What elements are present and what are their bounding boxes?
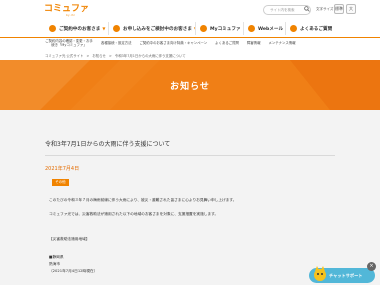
nav-my-commufa[interactable]: Myコミュファ xyxy=(196,22,244,35)
subnav-outage[interactable]: 障害情報 xyxy=(247,39,261,51)
user-icon xyxy=(49,25,56,32)
search-icon[interactable] xyxy=(304,6,310,12)
area-heading: 【災害救助法適用地域】 xyxy=(49,237,90,241)
city: 熱海市 xyxy=(49,262,61,266)
breadcrumb-current: 令和3年7月1日からの大雨に伴う支援について xyxy=(114,54,186,58)
page-banner: お知らせ xyxy=(0,60,380,110)
chevron-down-icon: ▼ xyxy=(102,26,106,31)
nav-current-customers[interactable]: ご契約中のお客さま ▼ xyxy=(45,22,109,35)
body-paragraph: このたびの令和３年７月の梅雨前線に伴う大雨により、被災・避難された皆さまに心より… xyxy=(49,198,237,202)
nav-label: よくあるご質問 xyxy=(300,26,333,32)
nav-prospective-customers[interactable]: お申し込みをご検討中のお客さま ▼ xyxy=(109,22,196,35)
question-icon xyxy=(290,25,297,32)
font-size-label: 文字サイズ xyxy=(316,7,334,11)
nav-divider xyxy=(0,37,380,38)
breadcrumb-news[interactable]: お知らせ xyxy=(92,54,106,58)
breadcrumb-separator: > xyxy=(108,54,112,58)
site-header: コミュファ by ctc サイト内を検索 文字サイズ 標準 大 xyxy=(0,0,380,20)
site-logo[interactable]: コミュファ by ctc xyxy=(44,4,89,18)
chat-support-button[interactable]: チャットサポート xyxy=(309,266,375,283)
prefecture: ■静岡県 xyxy=(49,255,64,259)
nav-label: Myコミュファ xyxy=(210,26,241,32)
page-title: お知らせ xyxy=(170,82,210,92)
subnav-contract-details[interactable]: ご契約内容の確認・変更・お手続き「Myコミュファ」 xyxy=(45,39,93,51)
logo-subtext: by ctc xyxy=(66,13,76,17)
subnav-maintenance[interactable]: メンテナンス情報 xyxy=(268,39,295,51)
mascot-icon xyxy=(314,266,326,281)
font-size-large-button[interactable]: 大 xyxy=(346,4,356,14)
breadcrumb: コミュファ光 公式サイト > お知らせ > 令和3年7月1日からの大雨に伴う支援… xyxy=(45,53,188,58)
breadcrumb-separator: > xyxy=(86,54,90,58)
nav-faq[interactable]: よくあるご質問 xyxy=(286,22,335,35)
main-navigation: ご契約中のお客さま ▼ お申し込みをご検討中のお客さま ▼ Myコミュファ We… xyxy=(45,22,335,35)
sub-navigation: ご契約内容の確認・変更・お手続き「Myコミュファ」 各種接続・設定方法 ご契約中… xyxy=(45,39,335,51)
subnav-benefits[interactable]: ご契約中のお客さま向け特典・キャンペーン xyxy=(140,39,208,51)
breadcrumb-home[interactable]: コミュファ光 公式サイト xyxy=(45,54,83,58)
subnav-setup[interactable]: 各種接続・設定方法 xyxy=(101,39,132,51)
mail-icon xyxy=(248,25,255,32)
article-date: 2021年7月4日 xyxy=(45,166,80,172)
cart-icon xyxy=(113,25,120,32)
nav-webmail[interactable]: Webメール xyxy=(244,22,286,35)
article-title: 令和3年7月1日からの大雨に伴う支援について xyxy=(45,141,171,148)
close-icon[interactable]: × xyxy=(367,262,376,271)
nav-label: ご契約中のお客さま xyxy=(59,26,101,32)
as-of-note: （2021年7月4日12時現在） xyxy=(49,269,98,273)
body-paragraph: コミュファ光では、災害救助法が適用された以下の地域のお客さまを対象に、支援措置を… xyxy=(49,212,219,216)
subnav-faq[interactable]: よくあるご質問 xyxy=(215,39,239,51)
person-icon xyxy=(200,25,207,32)
chat-label: チャットサポート xyxy=(329,273,363,278)
font-size-standard-button[interactable]: 標準 xyxy=(334,4,344,14)
title-divider xyxy=(45,155,335,156)
nav-label: Webメール xyxy=(258,26,284,32)
nav-label: お申し込みをご検討中のお客さま xyxy=(123,26,192,32)
category-badge: その他 xyxy=(52,179,69,186)
